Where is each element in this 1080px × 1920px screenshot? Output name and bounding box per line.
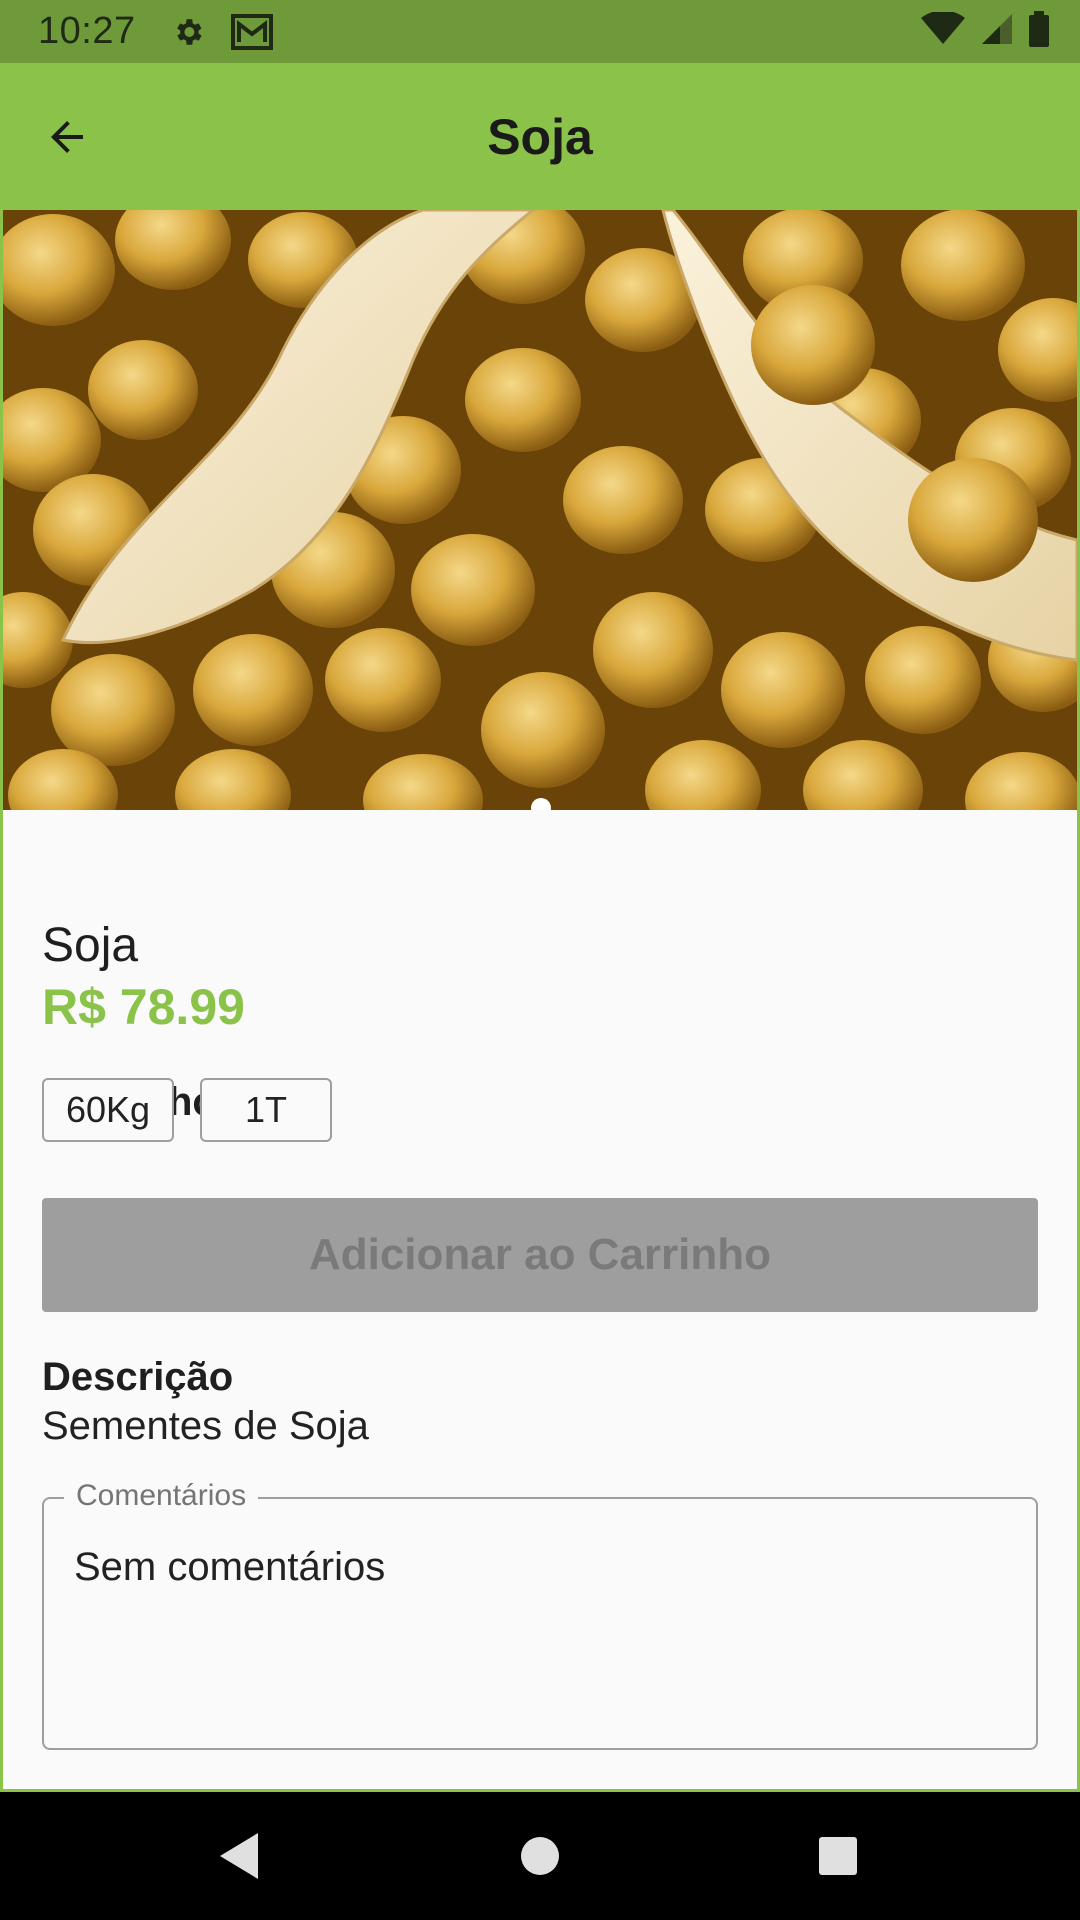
product-image[interactable] <box>3 210 1077 810</box>
nav-home-button[interactable] <box>506 1822 574 1890</box>
product-name: Soja <box>42 919 139 972</box>
arrow-back-icon <box>51 121 83 153</box>
mail-icon <box>230 12 274 52</box>
comments-value: Sem comentários <box>74 1545 386 1589</box>
size-option-60kg[interactable]: 60Kg <box>42 1078 174 1142</box>
soybeans-image <box>3 210 1077 810</box>
app-frame: Soja Soja R$ 78.99 60Kg 1T Adicionar ao … <box>0 63 1080 1792</box>
system-nav-bar <box>0 1792 1080 1920</box>
recents-square-icon <box>819 1837 857 1875</box>
description-text: Sementes de Soja <box>42 1404 369 1448</box>
back-triangle-icon <box>220 1833 258 1879</box>
wifi-icon <box>920 10 966 51</box>
add-to-cart-button[interactable]: Adicionar ao Carrinho <box>42 1198 1038 1312</box>
size-option-1t[interactable]: 1T <box>200 1078 332 1142</box>
comments-label: Comentários <box>64 1479 259 1513</box>
gear-icon <box>168 12 208 52</box>
home-circle-icon <box>521 1837 559 1875</box>
product-price: R$ 78.99 <box>42 979 245 1035</box>
status-bar: 10:27 <box>0 0 1080 63</box>
page-title: Soja <box>487 108 593 165</box>
comments-field[interactable]: Comentários Sem comentários <box>42 1479 1038 1750</box>
description-label: Descrição <box>42 1355 234 1399</box>
back-button[interactable] <box>33 103 101 171</box>
signal-icon <box>980 12 1014 51</box>
status-time: 10:27 <box>38 10 136 52</box>
nav-back-button[interactable] <box>206 1822 274 1890</box>
nav-recents-button[interactable] <box>804 1822 872 1890</box>
app-bar: Soja <box>3 63 1077 210</box>
battery-icon <box>1028 11 1050 52</box>
